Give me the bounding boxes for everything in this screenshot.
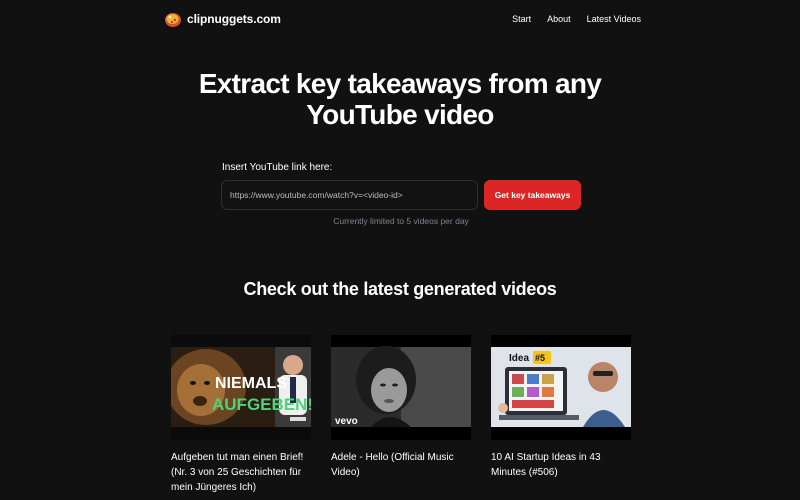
hero-title-line-2: YouTube video: [306, 99, 494, 130]
nav-about-link[interactable]: About: [547, 14, 571, 24]
hero-title-line-1: Extract key takeaways from any: [198, 68, 602, 99]
site-logo[interactable]: clipnuggets.com: [164, 10, 281, 28]
thumbnail-text-aufgeben: AUFGEBEN!!: [212, 395, 311, 414]
video-title[interactable]: 10 AI Startup Ideas in 43 Minutes (#506): [491, 450, 631, 480]
main-nav: Start About Latest Videos: [512, 14, 641, 24]
hero-title: Extract key takeaways from any YouTube v…: [0, 68, 800, 130]
adele-music-video-thumbnail-image: vevo: [331, 335, 471, 440]
video-thumbnail[interactable]: NIEMALS AUFGEBEN!!: [171, 335, 311, 440]
rate-limit-note: Currently limited to 5 videos per day: [333, 216, 469, 226]
latest-videos-heading: Check out the latest generated videos: [243, 279, 557, 299]
video-card[interactable]: Idea #5 10 AI Startup Ideas in 43 Minute…: [491, 335, 631, 480]
youtube-link-input[interactable]: [221, 180, 478, 210]
video-card[interactable]: vevo Adele - Hello (Official Music Video…: [331, 335, 471, 480]
thumbnail-text-niemals: NIEMALS: [215, 375, 287, 392]
vevo-logo-text: vevo: [335, 416, 358, 427]
site-header: clipnuggets.com Start About Latest Video…: [0, 0, 800, 40]
ai-startup-ideas-thumbnail-image: Idea #5: [491, 335, 631, 440]
video-thumbnail[interactable]: vevo: [331, 335, 471, 440]
thumbnail-idea-number: #5: [535, 353, 545, 363]
nugget-logo-icon: [165, 13, 181, 27]
site-name: clipnuggets.com: [187, 12, 281, 26]
nav-start-link[interactable]: Start: [512, 14, 531, 24]
thumbnail-idea-label: Idea: [509, 353, 529, 364]
video-title[interactable]: Aufgeben tut man einen Brief! (Nr. 3 von…: [171, 450, 311, 495]
video-card[interactable]: NIEMALS AUFGEBEN!! Aufgeben tut man eine…: [171, 335, 311, 495]
lion-motivation-thumbnail-image: NIEMALS AUFGEBEN!!: [171, 335, 311, 440]
video-thumbnail[interactable]: Idea #5: [491, 335, 631, 440]
nav-latest-videos-link[interactable]: Latest Videos: [587, 14, 641, 24]
video-title[interactable]: Adele - Hello (Official Music Video): [331, 450, 471, 480]
youtube-link-label: Insert YouTube link here:: [222, 162, 333, 173]
get-key-takeaways-button[interactable]: Get key takeaways: [484, 180, 581, 210]
